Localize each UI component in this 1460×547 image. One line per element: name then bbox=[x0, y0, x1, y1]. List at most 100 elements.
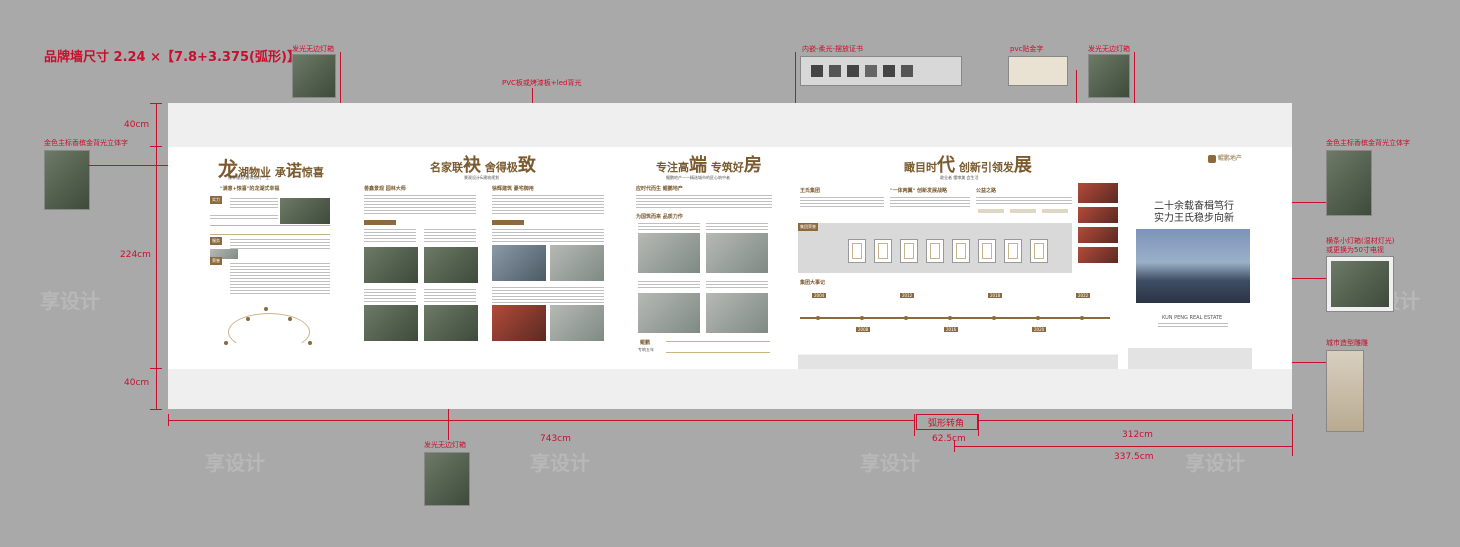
p2-photo bbox=[550, 305, 604, 341]
p1-photo bbox=[280, 198, 330, 224]
p3-text bbox=[706, 223, 768, 231]
p1-tag-honor: 荣誉 bbox=[210, 257, 222, 265]
cert bbox=[874, 239, 892, 263]
cert bbox=[952, 239, 970, 263]
p3-section-b: 为国筑而来 品质力作 bbox=[636, 214, 683, 220]
gold-logo-thumb-left bbox=[44, 150, 90, 210]
cert bbox=[900, 239, 918, 263]
cert bbox=[926, 239, 944, 263]
label-pvc-gold: pvc贴金字 bbox=[1010, 45, 1044, 53]
watermark: 享设计 bbox=[1185, 451, 1245, 475]
p1-text bbox=[230, 263, 330, 295]
timeline-year: 2012 bbox=[900, 293, 915, 298]
p3-badge-a: 鲲鹏 bbox=[640, 340, 651, 346]
dim-bottom-band: 40cm bbox=[124, 378, 150, 388]
p2-text bbox=[492, 229, 604, 243]
glow-lightbox-thumb-bottom bbox=[424, 452, 470, 506]
p3-text bbox=[638, 281, 700, 289]
p4-photo bbox=[1078, 207, 1118, 223]
p3-photo bbox=[638, 233, 700, 273]
dim-arc: 62.5cm bbox=[932, 434, 966, 444]
timeline-dot bbox=[816, 316, 820, 320]
dim-line-horizontal bbox=[168, 420, 914, 421]
p2-photo bbox=[492, 305, 546, 341]
p4-section-b: "一体两翼" 创新发展战略 bbox=[890, 188, 947, 194]
label-pvc-board: PVC板或烤漆板+led背光 bbox=[502, 79, 582, 87]
p4-tag-row bbox=[978, 209, 1072, 213]
cert bbox=[1030, 239, 1048, 263]
p4-timeline-line bbox=[800, 317, 1110, 319]
p1-subtitle: 臻享服务 惠得您的一生 bbox=[228, 175, 270, 180]
p4-text bbox=[976, 197, 1072, 205]
p2-title-d: 致 bbox=[517, 155, 536, 176]
dim-width-total-right: 337.5cm bbox=[1114, 452, 1154, 462]
p5-city-skyline bbox=[1128, 339, 1252, 369]
p2-title-b: 袂 bbox=[463, 155, 481, 176]
p1-diagram bbox=[218, 303, 318, 353]
p3-title-d: 房 bbox=[743, 155, 762, 176]
p2-title-a: 名家联 bbox=[430, 161, 463, 174]
p2-text bbox=[364, 289, 416, 303]
p1-text bbox=[230, 198, 278, 210]
p3-text bbox=[706, 281, 768, 289]
timeline-dot bbox=[860, 316, 864, 320]
p4-text bbox=[800, 197, 884, 209]
p3-photo bbox=[638, 293, 700, 333]
timeline-year: 2020 bbox=[1032, 327, 1047, 332]
p3-section-a: 应时代而生 鲲鹏地产 bbox=[636, 186, 683, 192]
glow-lightbox-thumb-right bbox=[1088, 54, 1130, 98]
p4-title-c: 创新引领发 bbox=[955, 161, 1014, 174]
p1-text bbox=[230, 239, 330, 249]
dim-line-horizontal bbox=[978, 420, 1292, 421]
label-recessed-cert: 内嵌-柔光-摆放证书 bbox=[802, 45, 864, 53]
gold-logo-thumb-right bbox=[1326, 150, 1372, 216]
watermark: 享设计 bbox=[205, 451, 265, 475]
p4-section-c: 公益之路 bbox=[976, 188, 997, 194]
p4-title-d: 展 bbox=[1013, 155, 1032, 176]
p5-city-photo bbox=[1136, 229, 1250, 303]
p4-photo bbox=[1078, 227, 1118, 243]
p1-title-c: 诺 bbox=[285, 161, 302, 180]
brand-wall: 龙湖物业 承诺惊喜 臻享服务 惠得您的一生 "满意+惊喜"的龙湖式幸福 实力 服… bbox=[168, 103, 1292, 409]
p2-text bbox=[424, 289, 476, 303]
p4-subtitle: 敢业者 懂审美 会生活 bbox=[940, 175, 979, 180]
p4-section-a: 王氏集团 bbox=[800, 188, 821, 194]
label-small-lightbox-2: 或更换为50寸电视 bbox=[1326, 246, 1384, 254]
p4-text bbox=[890, 197, 970, 209]
p2-text bbox=[492, 287, 604, 303]
p2-photo bbox=[550, 245, 604, 281]
p3-icon-row bbox=[666, 341, 770, 353]
timeline-dot bbox=[948, 316, 952, 320]
p2-photo bbox=[364, 305, 418, 341]
p1-tag-strength: 实力 bbox=[210, 196, 222, 204]
p1-tag-service: 服务 bbox=[210, 237, 222, 245]
p3-badge-b: 专筑五年 bbox=[638, 347, 654, 352]
p3-title-c: 专筑好 bbox=[707, 161, 744, 174]
dim-line-horizontal bbox=[954, 446, 1292, 447]
p4-city-skyline bbox=[798, 345, 1118, 369]
p2-tag bbox=[492, 220, 524, 225]
p4-photo bbox=[1078, 183, 1118, 203]
city-relief-thumb bbox=[1326, 350, 1364, 432]
watermark: 享设计 bbox=[40, 289, 100, 313]
recessed-cert-thumb bbox=[800, 56, 962, 86]
timeline-dot bbox=[1036, 316, 1040, 320]
logo-icon bbox=[1208, 154, 1216, 163]
watermark: 享设计 bbox=[530, 451, 590, 475]
p2-subtitle: 景观设计&建筑规划 bbox=[464, 175, 500, 180]
p2-photo bbox=[424, 247, 478, 283]
p3-photo bbox=[706, 233, 768, 273]
timeline-year: 2016 bbox=[944, 327, 959, 332]
cert bbox=[978, 239, 996, 263]
p1-stats bbox=[210, 225, 330, 235]
p4-honor-label: 集团荣誉 bbox=[798, 223, 818, 231]
label-glow-lightbox-bottom: 发光无边灯箱 bbox=[424, 441, 466, 449]
p1-text bbox=[210, 215, 278, 221]
cert bbox=[1004, 239, 1022, 263]
label-arc-corner: 弧形转角 bbox=[928, 419, 965, 429]
timeline-dot bbox=[992, 316, 996, 320]
p4-honor-box: 集团荣誉 bbox=[798, 223, 1072, 273]
p4-title: 瞰目时代 创新引领发展 bbox=[904, 151, 1032, 177]
p2-title-c: 舍得极 bbox=[481, 161, 518, 174]
p3-title: 专注高端 专筑好房 bbox=[656, 151, 762, 177]
